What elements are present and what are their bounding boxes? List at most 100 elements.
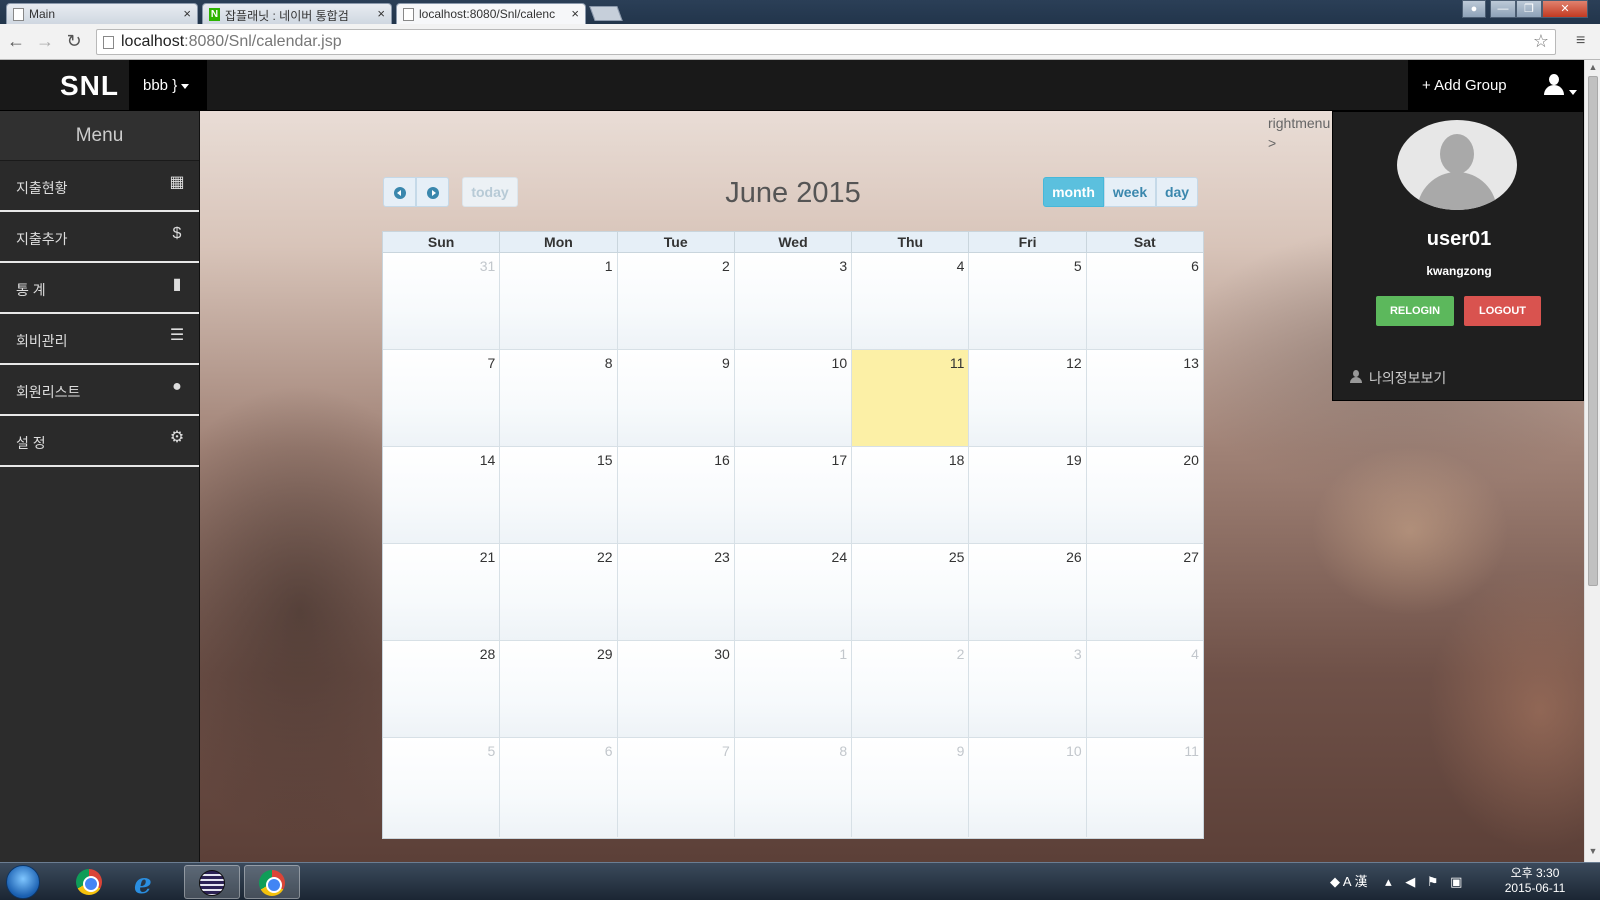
calendar-day-cell[interactable]: 9	[852, 738, 970, 837]
calendar-day-cell[interactable]: 21	[383, 544, 501, 640]
right-menu-toggle[interactable]: rightmenu >	[1268, 113, 1330, 153]
calendar-day-cell[interactable]: 25	[852, 544, 970, 640]
calendar-day-cell[interactable]: 6	[500, 738, 618, 837]
calendar-day-cell-today[interactable]: 11	[852, 350, 970, 446]
next-month-button[interactable]	[416, 177, 449, 207]
today-button[interactable]: today	[462, 177, 518, 207]
prev-month-button[interactable]	[383, 177, 416, 207]
group-dropdown[interactable]: bbb }	[129, 60, 207, 111]
calendar-day-cell[interactable]: 23	[617, 544, 735, 640]
calendar-day-cell[interactable]: 3	[734, 253, 853, 349]
calendar-day-cell[interactable]: 2	[617, 253, 735, 349]
calendar-day-cell[interactable]: 18	[852, 447, 970, 543]
month-view-button[interactable]: month	[1043, 177, 1104, 207]
calendar-day-cell[interactable]: 6	[1086, 253, 1203, 349]
reload-icon[interactable]: ↻	[63, 30, 85, 52]
sidebar-item-dues[interactable]: 회비관리 ☰	[0, 314, 199, 365]
start-button[interactable]	[6, 865, 40, 899]
calendar-day-cell[interactable]: 15	[500, 447, 618, 543]
user-switch-icon[interactable]: ●	[1462, 0, 1486, 18]
day-number: 10	[1066, 743, 1082, 759]
sidebar-item-settings[interactable]: 설 정 ⚙	[0, 416, 199, 467]
calendar-day-cell[interactable]: 5	[969, 253, 1087, 349]
calendar-day-cell[interactable]: 9	[617, 350, 735, 446]
scroll-down-icon[interactable]: ▼	[1585, 846, 1600, 860]
calendar-day-cell[interactable]: 3	[969, 641, 1087, 737]
calendar-day-cell[interactable]: 16	[617, 447, 735, 543]
sidebar-item-members[interactable]: 회원리스트 ●	[0, 365, 199, 416]
ime-indicator[interactable]: A 漢	[1343, 874, 1368, 889]
sidebar-item-expense-status[interactable]: 지출현황 ▦	[0, 161, 199, 212]
language-icon[interactable]: ◆	[1330, 874, 1340, 889]
calendar-day-cell[interactable]: 27	[1086, 544, 1203, 640]
close-icon[interactable]: ×	[377, 6, 385, 21]
logout-button[interactable]: LOGOUT	[1464, 296, 1541, 326]
calendar-day-cell[interactable]: 12	[969, 350, 1087, 446]
taskbar-chrome[interactable]	[62, 865, 118, 899]
window-close-button[interactable]: ✕	[1542, 0, 1588, 18]
new-tab-button[interactable]	[589, 6, 623, 21]
minimize-button[interactable]: —	[1490, 0, 1516, 18]
restore-button[interactable]: ❐	[1516, 0, 1542, 18]
flag-icon[interactable]: ⚑	[1427, 874, 1439, 889]
calendar-day-cell[interactable]: 30	[617, 641, 735, 737]
page-scrollbar[interactable]: ▲ ▼	[1584, 60, 1600, 862]
calendar-day-cell[interactable]: 8	[734, 738, 853, 837]
taskbar-clock[interactable]: 오후 3:30 2015-06-11	[1500, 866, 1570, 896]
relogin-button[interactable]: RELOGIN	[1376, 296, 1454, 326]
calendar-day-cell[interactable]: 2	[852, 641, 970, 737]
calendar-day-cell[interactable]: 10	[734, 350, 853, 446]
calendar-day-cell[interactable]: 1	[500, 253, 618, 349]
caret-down-icon	[181, 83, 190, 89]
calendar-day-cell[interactable]: 24	[734, 544, 853, 640]
bookmark-star-icon[interactable]: ☆	[1533, 31, 1549, 52]
tray-expand-icon[interactable]: ▴	[1385, 874, 1392, 889]
browser-menu-icon[interactable]: ≡	[1576, 32, 1592, 50]
calendar-day-cell[interactable]: 17	[734, 447, 853, 543]
volume-icon[interactable]: ◀	[1405, 874, 1415, 889]
scrollbar-thumb[interactable]	[1588, 76, 1598, 586]
calendar-day-cell[interactable]: 20	[1086, 447, 1203, 543]
taskbar-ie[interactable]: e	[122, 865, 178, 900]
sidebar-item-statistics[interactable]: 통 계 ▮	[0, 263, 199, 314]
calendar-day-cell[interactable]: 22	[500, 544, 618, 640]
calendar-day-cell[interactable]: 4	[852, 253, 970, 349]
calendar-day-cell[interactable]: 31	[383, 253, 501, 349]
calendar-day-cell[interactable]: 10	[969, 738, 1087, 837]
calendar-day-cell[interactable]: 1	[734, 641, 853, 737]
day-view-button[interactable]: day	[1156, 177, 1198, 207]
close-icon[interactable]: ×	[183, 6, 191, 21]
close-icon[interactable]: ×	[571, 6, 579, 21]
network-icon[interactable]: ▣	[1450, 874, 1462, 889]
calendar-day-cell[interactable]: 29	[500, 641, 618, 737]
brand-logo[interactable]: SNL	[60, 70, 119, 102]
calendar-day-cell[interactable]: 5	[383, 738, 501, 837]
back-arrow-icon[interactable]: ←	[5, 30, 27, 52]
sidebar-item-add-expense[interactable]: 지출추가 $	[0, 212, 199, 263]
calendar-day-cell[interactable]: 8	[500, 350, 618, 446]
weekday-label: Thu	[852, 232, 970, 252]
browser-tab-main[interactable]: Main ×	[6, 3, 198, 24]
calendar-day-cell[interactable]: 26	[969, 544, 1087, 640]
calendar-day-cell[interactable]: 4	[1086, 641, 1203, 737]
calendar-day-cell[interactable]: 19	[969, 447, 1087, 543]
scroll-up-icon[interactable]: ▲	[1585, 62, 1600, 76]
forward-arrow-icon[interactable]: →	[34, 30, 56, 52]
calendar-day-cell[interactable]: 28	[383, 641, 501, 737]
url-input[interactable]: localhost:8080/Snl/calendar.jsp ☆	[96, 29, 1556, 55]
browser-tab-calendar[interactable]: localhost:8080/Snl/calenc ×	[396, 3, 586, 25]
browser-tab-jobplanet[interactable]: N 잡플래닛 : 네이버 통합검 ×	[202, 3, 392, 24]
taskbar-eclipse[interactable]	[184, 865, 240, 899]
calendar-day-cell[interactable]: 7	[383, 350, 501, 446]
calendar-day-cell[interactable]: 13	[1086, 350, 1203, 446]
calendar-week-row: 31 1 2 3 4 5 6	[383, 253, 1203, 350]
add-group-button[interactable]: + Add Group	[1408, 60, 1531, 111]
my-info-link[interactable]: 나의정보보기	[1349, 368, 1446, 388]
calendar-day-cell[interactable]: 7	[617, 738, 735, 837]
taskbar-chrome-active[interactable]	[244, 865, 300, 899]
calendar-day-cell[interactable]: 14	[383, 447, 501, 543]
chrome-icon	[259, 870, 285, 896]
user-menu-dropdown[interactable]	[1531, 60, 1584, 111]
calendar-day-cell[interactable]: 11	[1086, 738, 1203, 837]
week-view-button[interactable]: week	[1104, 177, 1156, 207]
